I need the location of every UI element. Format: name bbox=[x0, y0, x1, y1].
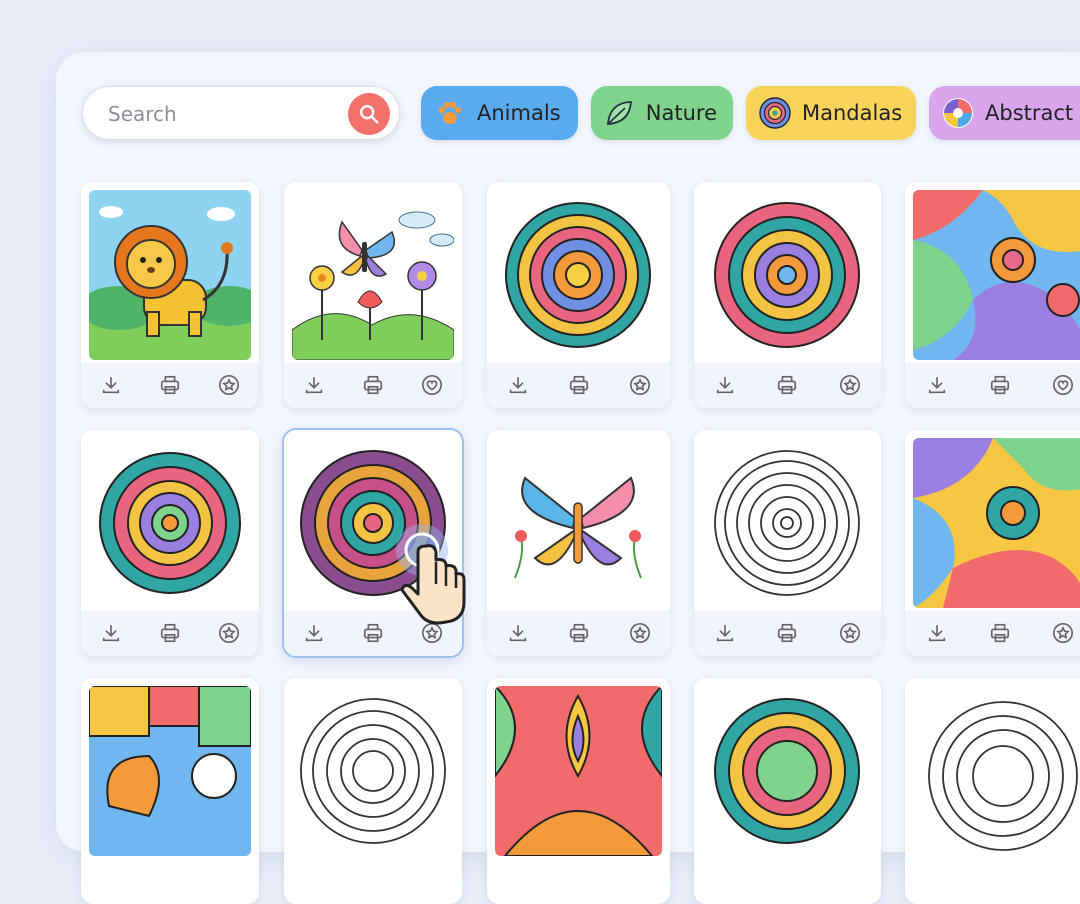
card-actions bbox=[81, 362, 259, 408]
coloring-card[interactable] bbox=[694, 182, 881, 408]
category-chip-mandalas[interactable]: Mandalas bbox=[746, 86, 916, 140]
print-icon[interactable] bbox=[157, 620, 183, 646]
hand-cursor-icon bbox=[386, 522, 496, 632]
download-icon[interactable] bbox=[712, 620, 738, 646]
coloring-card[interactable] bbox=[487, 182, 670, 408]
coloring-card[interactable] bbox=[81, 430, 259, 656]
coloring-card[interactable] bbox=[81, 182, 259, 408]
print-icon[interactable] bbox=[987, 372, 1013, 398]
heart-icon[interactable] bbox=[419, 372, 445, 398]
download-icon[interactable] bbox=[924, 372, 950, 398]
butterfly-flowers-image bbox=[292, 190, 454, 360]
coloring-card[interactable] bbox=[905, 182, 1080, 408]
download-icon[interactable] bbox=[505, 620, 531, 646]
butterfly-image bbox=[495, 438, 662, 608]
card-actions bbox=[487, 362, 670, 408]
print-icon[interactable] bbox=[360, 372, 386, 398]
coloring-card[interactable] bbox=[284, 182, 462, 408]
chip-label: Mandalas bbox=[802, 101, 903, 125]
favorite-icon[interactable] bbox=[837, 620, 863, 646]
mandala-color-image bbox=[702, 686, 873, 856]
mandala-outline-image bbox=[913, 686, 1080, 856]
chip-label: Abstract bbox=[985, 101, 1074, 125]
chip-label: Nature bbox=[645, 101, 717, 125]
category-chip-animals[interactable]: Animals bbox=[421, 86, 578, 140]
card-actions bbox=[284, 362, 462, 408]
favorite-icon[interactable] bbox=[216, 620, 242, 646]
category-chip-abstract[interactable]: Abstract bbox=[929, 86, 1080, 140]
print-icon[interactable] bbox=[566, 620, 592, 646]
coloring-card[interactable] bbox=[694, 430, 881, 656]
print-icon[interactable] bbox=[157, 372, 183, 398]
card-actions bbox=[905, 362, 1080, 408]
card-actions bbox=[487, 610, 670, 656]
card-actions bbox=[694, 362, 881, 408]
card-actions bbox=[694, 610, 881, 656]
card-actions bbox=[81, 610, 259, 656]
mosaic-abstract-image bbox=[89, 686, 251, 856]
download-icon[interactable] bbox=[98, 372, 124, 398]
swirls-abstract-image bbox=[913, 438, 1080, 608]
swirl-icon bbox=[941, 96, 975, 130]
print-icon[interactable] bbox=[566, 372, 592, 398]
download-icon[interactable] bbox=[98, 620, 124, 646]
coloring-card[interactable] bbox=[81, 678, 259, 904]
favorite-icon[interactable] bbox=[216, 372, 242, 398]
coloring-card[interactable] bbox=[487, 430, 670, 656]
mandala-icon bbox=[758, 96, 792, 130]
coloring-card[interactable] bbox=[284, 678, 462, 904]
coloring-card[interactable] bbox=[487, 678, 670, 904]
swirls-abstract-image bbox=[913, 190, 1080, 360]
download-icon[interactable] bbox=[301, 372, 327, 398]
favorite-icon[interactable] bbox=[837, 372, 863, 398]
coloring-card[interactable] bbox=[694, 678, 881, 904]
print-icon[interactable] bbox=[774, 620, 800, 646]
card-actions bbox=[905, 610, 1080, 656]
download-icon[interactable] bbox=[712, 372, 738, 398]
download-icon[interactable] bbox=[301, 620, 327, 646]
mandala-color-image bbox=[495, 190, 662, 360]
favorite-icon[interactable] bbox=[627, 372, 653, 398]
download-icon[interactable] bbox=[924, 620, 950, 646]
lion-image bbox=[89, 190, 251, 360]
search-bar bbox=[82, 86, 400, 140]
category-chip-nature[interactable]: Nature bbox=[591, 86, 733, 140]
mandala-color-image bbox=[89, 438, 251, 608]
print-icon[interactable] bbox=[987, 620, 1013, 646]
mandala-outline-image bbox=[292, 686, 454, 856]
mandala-color-image bbox=[702, 190, 873, 360]
coloring-card[interactable] bbox=[905, 430, 1080, 656]
chip-label: Animals bbox=[477, 101, 561, 125]
download-icon[interactable] bbox=[505, 372, 531, 398]
search-icon bbox=[360, 105, 379, 124]
search-input[interactable] bbox=[106, 98, 340, 130]
leaf-icon bbox=[603, 96, 636, 130]
search-button[interactable] bbox=[348, 93, 390, 135]
favorite-icon[interactable] bbox=[627, 620, 653, 646]
heart-icon[interactable] bbox=[1050, 372, 1076, 398]
print-icon[interactable] bbox=[774, 372, 800, 398]
print-icon[interactable] bbox=[360, 620, 386, 646]
mandala-outline-image bbox=[702, 438, 873, 608]
paw-icon bbox=[433, 96, 467, 130]
favorite-icon[interactable] bbox=[1050, 620, 1076, 646]
coloring-card[interactable] bbox=[905, 678, 1080, 904]
ornament-abstract-image bbox=[495, 686, 662, 856]
